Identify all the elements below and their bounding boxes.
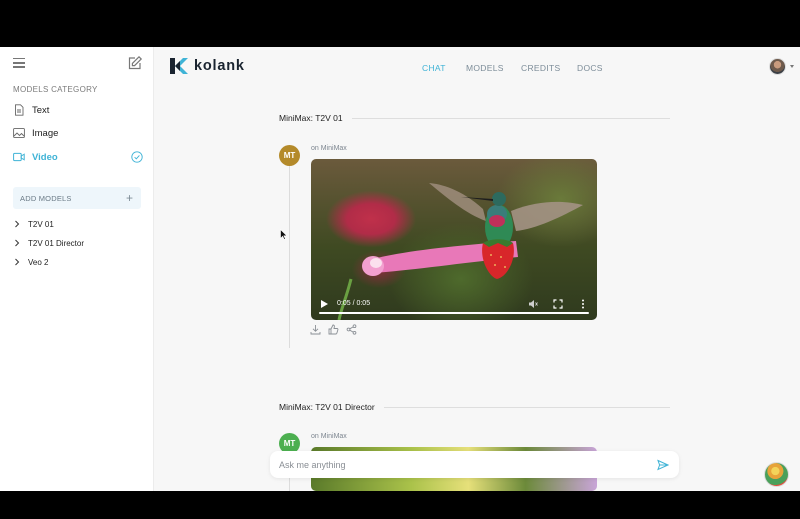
nav-models[interactable]: MODELS [466, 63, 504, 73]
models-category-title: MODELS CATEGORY [13, 85, 98, 94]
letterbox-top [0, 0, 800, 47]
model-item-t2v-01[interactable]: T2V 01 [13, 217, 54, 231]
mouse-cursor-icon [280, 229, 287, 240]
thread-header: MiniMax: T2V 01 Director [279, 402, 670, 412]
chevron-right-icon [15, 258, 20, 266]
letterbox-bottom [0, 491, 800, 519]
video-icon [13, 152, 25, 162]
share-icon[interactable] [346, 324, 357, 335]
app-window: MODELS CATEGORY Text Image Video ADD MOD… [0, 47, 800, 491]
video-controls: 0:05 / 0:05 [311, 290, 597, 320]
chat-composer [270, 451, 679, 478]
model-item-t2v-01-director[interactable]: T2V 01 Director [13, 236, 84, 250]
check-circle-icon [131, 151, 143, 163]
download-icon[interactable] [310, 324, 321, 335]
category-label: Image [32, 127, 59, 139]
model-label: T2V 01 [28, 219, 54, 229]
document-icon [15, 104, 24, 116]
category-label: Video [32, 151, 58, 163]
user-avatar[interactable] [769, 58, 786, 75]
chevron-right-icon [15, 220, 20, 228]
thread-title: MiniMax: T2V 01 [279, 113, 343, 123]
divider [351, 117, 670, 119]
image-icon [13, 128, 25, 138]
thread-line [289, 166, 290, 348]
category-label: Text [32, 104, 50, 116]
top-nav: CHAT MODELS CREDITS DOCS [0, 63, 800, 75]
provider-label: on MiniMax [311, 433, 347, 440]
fullscreen-icon[interactable] [553, 299, 563, 309]
video-progress-bar[interactable] [319, 312, 589, 314]
nav-docs[interactable]: DOCS [577, 63, 603, 73]
sidebar: MODELS CATEGORY Text Image Video ADD MOD… [0, 47, 154, 491]
play-icon[interactable] [321, 300, 328, 308]
add-models-label: ADD MODELS [20, 193, 72, 203]
model-item-veo-2[interactable]: Veo 2 [13, 255, 48, 269]
video-player[interactable]: 0:05 / 0:05 [311, 159, 597, 320]
add-models-button[interactable]: ADD MODELS + [13, 187, 141, 209]
thread-title: MiniMax: T2V 01 Director [279, 402, 375, 412]
category-video[interactable]: Video [13, 148, 143, 166]
divider [383, 406, 670, 408]
video-time: 0:05 / 0:05 [337, 300, 371, 307]
category-text[interactable]: Text [13, 101, 143, 119]
more-options-icon[interactable] [581, 299, 585, 309]
chevron-right-icon [15, 239, 20, 247]
nav-credits[interactable]: CREDITS [521, 63, 560, 73]
model-avatar: MT [279, 145, 300, 166]
assistant-launcher-button[interactable] [764, 462, 789, 487]
caret-down-icon[interactable] [790, 65, 794, 68]
nav-chat[interactable]: CHAT [422, 63, 446, 73]
model-label: Veo 2 [28, 257, 49, 267]
send-icon[interactable] [657, 459, 669, 471]
volume-icon[interactable] [528, 299, 538, 309]
chat-input[interactable] [279, 459, 657, 470]
category-image[interactable]: Image [13, 124, 143, 142]
thread-header: MiniMax: T2V 01 [279, 113, 670, 123]
model-label: T2V 01 Director [28, 238, 85, 248]
plus-icon: + [125, 191, 133, 205]
thumbs-up-icon[interactable] [328, 324, 339, 335]
message-actions [310, 324, 357, 335]
provider-label: on MiniMax [311, 145, 347, 152]
